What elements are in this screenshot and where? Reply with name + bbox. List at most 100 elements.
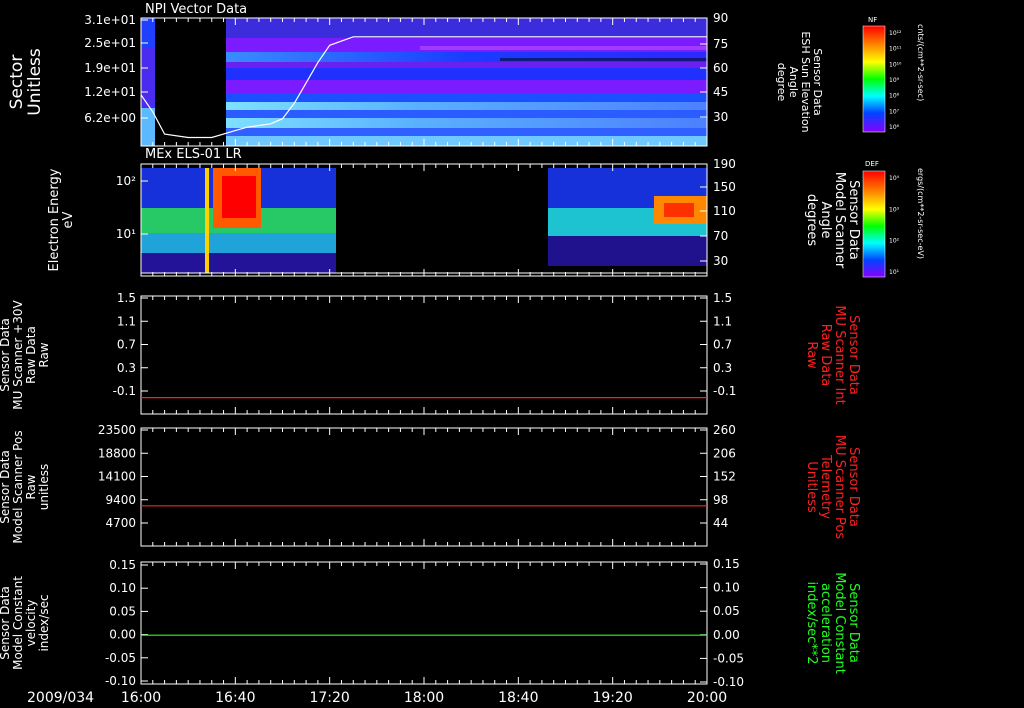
x-tick-label: 18:40 [498,690,538,706]
y-tick-label-right: 30 [713,110,728,124]
y-tick-label-left: 1.9e+01 [84,61,136,75]
y-axis-label-right: degrees [804,194,819,247]
x-tick-label: 16:40 [215,690,255,706]
y-tick-label-right: 152 [713,470,736,484]
npi-dots-1 [420,46,707,50]
y-tick-label-left: -0.10 [105,674,136,688]
els-title: MEx ELS-01 LR [145,147,242,162]
y-tick-label-left: 1.5 [117,291,136,305]
colorbar-tick-label: 10⁹ [889,77,900,84]
y-axis-label-right: Raw Data [818,324,833,387]
npi-left-strip-mid [141,48,155,108]
y-tick-label-right: 98 [713,493,728,507]
y-tick-label-right: 0.3 [713,361,732,375]
colorbar-tick-label: 10¹ [889,269,900,276]
y-tick-label-left: 0.05 [109,604,136,618]
npi-band-cyan-3 [226,136,707,146]
colorbar-tick-label: 10⁶ [889,124,900,131]
date-label: 2009/034 [27,690,94,706]
y-tick-label-left: 1.1 [117,314,136,328]
y-axis-label-right: MU Scanner Int [832,305,847,404]
y-axis-label-right: acceleration [818,583,833,663]
colorbar-tick-label: 10⁸ [889,93,900,100]
colorbar-def-gradient [862,170,886,278]
y-tick-label-left: 6.2e+00 [84,111,136,125]
colorbar-def-label: DEF [865,160,879,168]
colorbar-tick-label: 10⁷ [889,108,900,115]
x-tick-label: 19:20 [592,690,632,706]
npi-band-cyan-1 [226,102,707,110]
y-axis-label-left: unitless [37,464,51,510]
npi-band-purple-2 [226,62,707,68]
y-axis-label-right: Telemetry [818,454,833,519]
npi-band-blue-5 [226,128,707,136]
els-left-data-low [141,253,336,273]
y-tick-label-left: 4700 [105,516,136,530]
panel-border [140,561,708,685]
y-axis-label-left: Sector [7,55,27,110]
els-vertical-spike [205,168,209,273]
y-tick-label-right: 0.05 [713,604,740,618]
y-tick-label-right: 0.15 [713,557,740,571]
y-axis-label-left: Model Constant [11,576,25,670]
npi-left-strip-low [141,108,155,146]
y-tick-label-left: 0.3 [117,361,136,375]
y-axis-label-right: Sensor Data [846,447,861,527]
x-tick-label: 16:00 [121,690,161,706]
y-tick-label-left: 23500 [98,423,136,437]
npi-band-purple-3 [226,80,707,94]
colorbar-def-units: ergs/(cm**2-sr-sec-eV) [916,168,925,259]
y-tick-label-right: -0.1 [713,384,736,398]
y-axis-label-left: index/sec [37,594,51,651]
panel-border [140,427,708,547]
y-tick-label-right: -0.10 [713,675,744,689]
y-tick-label-left: -0.1 [113,384,136,398]
y-axis-label-right: Sensor Data [846,180,861,260]
colorbar-tick-label: 10¹⁰ [889,61,902,68]
y-axis-label-right: Sensor Data [846,583,861,663]
y-axis-label-left: Raw [37,342,51,367]
colorbar-tick-label: 10³ [889,206,900,213]
colorbar-nf-label: NF [868,16,877,24]
y-tick-label-right: 44 [713,516,728,530]
panel-border [140,295,708,415]
y-axis-label-right: degree [775,63,788,102]
y-axis-label-right: index/sec**2 [804,581,819,664]
y-tick-label-left: 0.10 [109,581,136,595]
y-tick-label-left: -0.05 [105,651,136,665]
panel-npi [140,18,707,146]
y-tick-label-right: -0.05 [713,651,744,665]
y-axis-label-right: Sensor Data [846,315,861,395]
x-tick-label: 17:20 [309,690,349,706]
y-tick-label-right: 260 [713,423,736,437]
colorbar-nf-gradient [862,25,886,133]
npi-band-blue-2 [226,68,707,80]
y-axis-label-left: Raw [24,474,38,499]
y-tick-label-right: 60 [713,61,728,75]
y-tick-label-right: 90 [713,11,728,25]
y-tick-label-right: 150 [713,180,736,194]
y-tick-label-right: 1.1 [713,314,732,328]
y-tick-label-right: 190 [713,157,736,171]
y-axis-label-left: Unitless [25,48,45,116]
els-right-hot-red [664,203,694,217]
y-axis-label-right: MU Scanner Pos [832,435,847,540]
els-left-data-cyan [141,233,336,253]
panel-els [141,164,707,276]
x-tick-label: 18:00 [404,690,444,706]
y-tick-label-left: 10² [116,174,136,188]
colorbar-tick-label: 10¹¹ [889,46,902,53]
y-tick-label-right: 70 [713,229,728,243]
y-tick-label-left: 3.1e+01 [84,13,136,27]
y-axis-label-left: Raw Data [24,326,38,384]
colorbar-tick-label: 10¹² [889,30,902,37]
npi-band-blue-3 [226,94,707,102]
y-axis-label-right: Raw [804,341,819,369]
panel-frame-3: 1.5 1.1 0.7 0.3 -0.1 1.5 1.1 0.7 0.3 -0.1 Sensor D… [0,291,861,415]
y-axis-label-right: Angle [818,202,833,239]
npi-band-blue-4 [226,110,707,118]
y-tick-label-right: 0.00 [713,628,740,642]
npi-gap-black [155,18,226,146]
y-axis-label-right: Unitless [804,461,819,513]
x-tick-label: 20:00 [687,690,727,706]
